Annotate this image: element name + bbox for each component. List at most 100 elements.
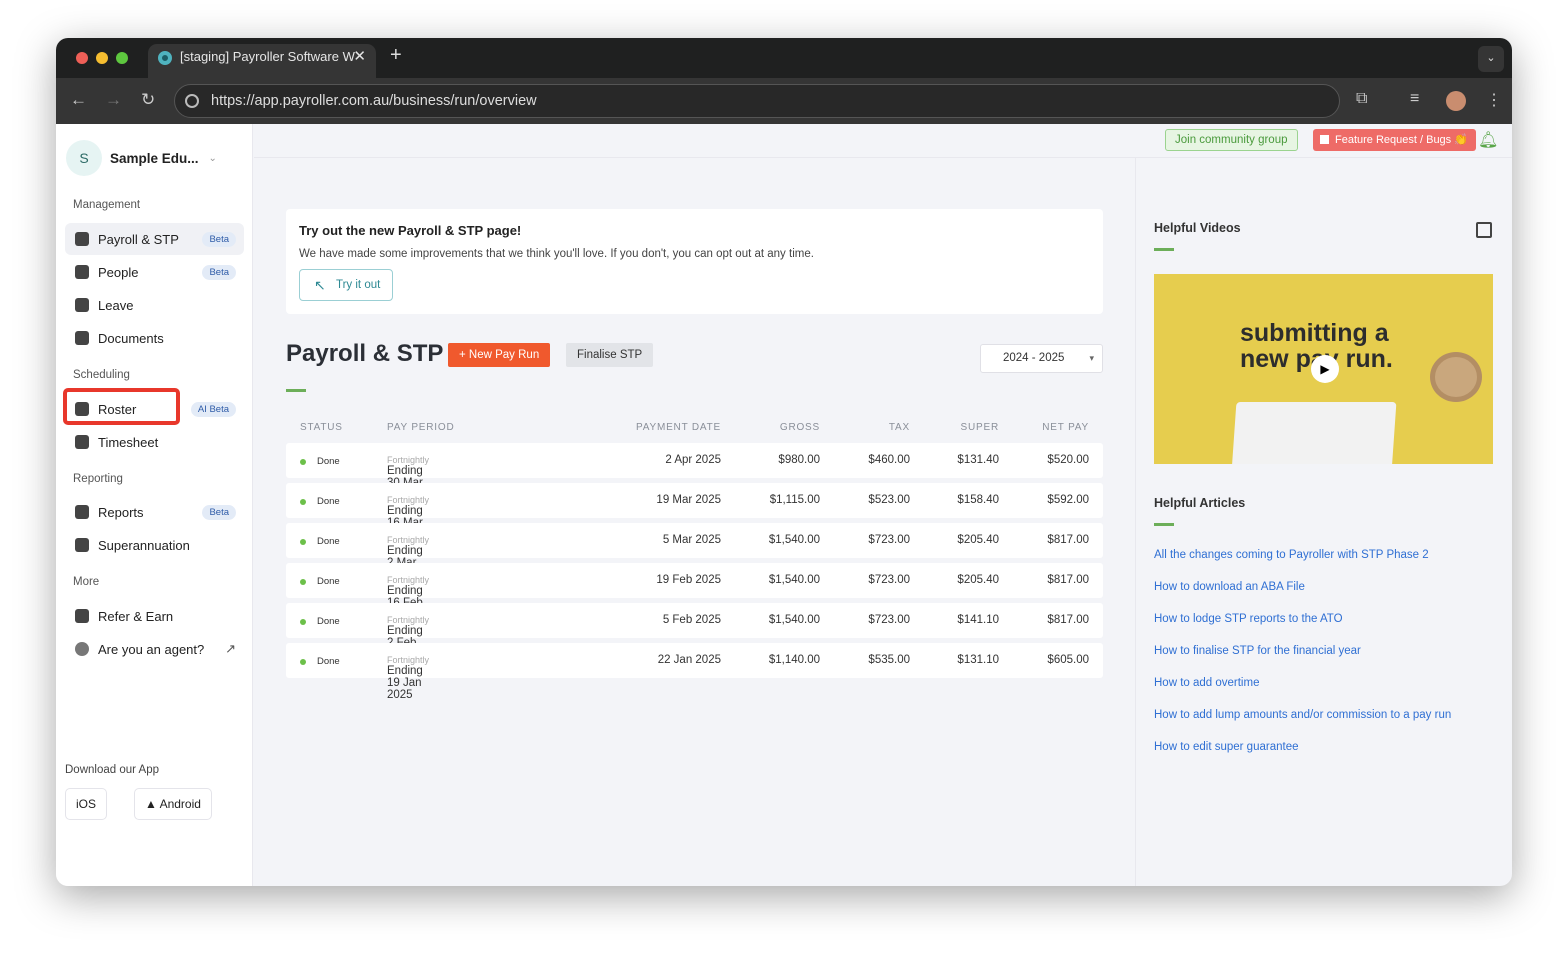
- play-icon[interactable]: ▶: [1311, 355, 1339, 383]
- close-window-icon[interactable]: [76, 52, 88, 64]
- help-icon: [75, 642, 89, 656]
- table-header: STATUS PAY PERIOD PAYMENT DATE GROSS TAX…: [286, 422, 1103, 438]
- back-icon[interactable]: ←: [70, 90, 87, 110]
- year-value: 2024 - 2025: [1003, 352, 1065, 364]
- videos-underline: [1154, 248, 1174, 251]
- article-link[interactable]: How to add overtime: [1154, 677, 1259, 689]
- frequency: Fortnightly: [387, 495, 430, 505]
- table-row[interactable]: Done Ending 16 Mar 2025 Fortnightly 19 M…: [286, 483, 1103, 541]
- finalise-stp-button[interactable]: Finalise STP: [566, 343, 654, 367]
- tax: $723.00: [868, 574, 910, 586]
- maximize-window-icon[interactable]: [116, 52, 128, 64]
- articles-underline: [1154, 523, 1174, 526]
- new-tab-icon[interactable]: +: [390, 44, 402, 67]
- android-button[interactable]: ▲ Android: [134, 788, 212, 820]
- article-link[interactable]: How to download an ABA File: [1154, 581, 1305, 593]
- gross: $1,540.00: [768, 574, 820, 586]
- menu-icon[interactable]: ⋮: [1486, 90, 1502, 110]
- video-thumbnail[interactable]: submitting a new pay run. ▶: [1154, 274, 1493, 464]
- status-dot: [300, 579, 306, 585]
- item-label: People: [98, 264, 139, 280]
- banner-text: We have made some improvements that we t…: [299, 248, 814, 260]
- sidebar-item-timesheet[interactable]: Timesheet: [65, 426, 244, 458]
- bell-icon[interactable]: 🔔︎: [1478, 130, 1498, 150]
- new-pay-run-button[interactable]: + New Pay Run: [448, 343, 551, 367]
- sidebar-item-superannuation[interactable]: Superannuation: [65, 529, 244, 561]
- sidebar-item-refer[interactable]: Refer & Earn: [65, 600, 244, 632]
- gift-icon: [75, 609, 89, 623]
- frequency: Fortnightly: [387, 655, 430, 665]
- table-row[interactable]: Done Ending 2 Feb 2025 Fortnightly 5 Feb…: [286, 603, 1103, 661]
- media-icon[interactable]: ≡: [1410, 90, 1419, 108]
- sidebar-item-documents[interactable]: Documents: [65, 322, 244, 354]
- status-text: Done: [317, 496, 340, 507]
- net-pay: $592.00: [1047, 494, 1089, 506]
- beta-badge: Beta: [202, 265, 236, 280]
- people-icon: [75, 265, 89, 279]
- ios-button[interactable]: iOS: [65, 788, 108, 820]
- chevron-down-icon[interactable]: ⌄: [1478, 46, 1504, 72]
- table-row[interactable]: Done Ending 19 Jan 2025 Fortnightly 22 J…: [286, 643, 1103, 701]
- status-text: Done: [317, 536, 340, 547]
- ios-label: iOS: [76, 797, 97, 811]
- table-row[interactable]: Done Ending 2 Mar 2025 Fortnightly 5 Mar…: [286, 523, 1103, 581]
- browser-tab[interactable]: [staging] Payroller Software W ✕: [148, 44, 376, 78]
- sidebar-item-payroll[interactable]: Payroll & STP Beta: [65, 223, 244, 255]
- table-row[interactable]: Done Ending 16 Feb 2025 Fortnightly 19 F…: [286, 563, 1103, 621]
- article-link[interactable]: All the changes coming to Payroller with…: [1154, 549, 1429, 561]
- sidebar-item-agent[interactable]: Are you an agent? ↗: [65, 633, 244, 665]
- globe-icon: [185, 94, 199, 108]
- minimize-window-icon[interactable]: [96, 52, 108, 64]
- tax: $535.00: [868, 654, 910, 666]
- net-pay: $817.00: [1047, 574, 1089, 586]
- sidebar-item-leave[interactable]: Leave: [65, 289, 244, 321]
- payroll-icon: [75, 232, 89, 246]
- section-label: Scheduling: [73, 369, 130, 381]
- net-pay: $520.00: [1047, 454, 1089, 466]
- table-row[interactable]: Done Ending 30 Mar 2025 Fortnightly 2 Ap…: [286, 443, 1103, 501]
- reload-icon[interactable]: ↻: [141, 90, 155, 110]
- profile-avatar[interactable]: [1446, 91, 1466, 111]
- frequency: Fortnightly: [387, 615, 430, 625]
- article-link[interactable]: How to lodge STP reports to the ATO: [1154, 613, 1343, 625]
- status-dot: [300, 459, 306, 465]
- org-switcher[interactable]: S Sample Edu... ⌄: [66, 140, 217, 176]
- payment-date: 2 Apr 2025: [665, 454, 721, 466]
- close-tab-icon[interactable]: ✕: [353, 44, 366, 70]
- browser-window: [staging] Payroller Software W ✕ + ⌄ ← → …: [56, 38, 1512, 886]
- article-link[interactable]: How to edit super guarantee: [1154, 741, 1298, 753]
- status-text: Done: [317, 616, 340, 627]
- financial-year-select[interactable]: 2024 - 2025 ▾: [980, 344, 1103, 373]
- col-gross: GROSS: [779, 422, 820, 433]
- android-label: Android: [159, 797, 201, 811]
- address-bar[interactable]: https://app.payroller.com.au/business/ru…: [174, 84, 1340, 118]
- article-link[interactable]: How to add lump amounts and/or commissio…: [1154, 709, 1451, 721]
- tab-title: [staging] Payroller Software W: [180, 49, 355, 64]
- article-link[interactable]: How to finalise STP for the financial ye…: [1154, 645, 1361, 657]
- payment-date: 19 Mar 2025: [656, 494, 721, 506]
- status-dot: [300, 499, 306, 505]
- try-it-out-button[interactable]: Try it out: [299, 269, 394, 301]
- section-label: Reporting: [73, 473, 123, 485]
- item-label: Are you an agent?: [98, 641, 205, 657]
- frequency: Fortnightly: [387, 455, 430, 465]
- sidebar-item-people[interactable]: People Beta: [65, 256, 244, 288]
- tax: $523.00: [868, 494, 910, 506]
- tax: $723.00: [868, 534, 910, 546]
- frequency: Fortnightly: [387, 575, 430, 585]
- collapse-panel-icon[interactable]: [1476, 222, 1492, 238]
- super: $205.40: [957, 534, 999, 546]
- payment-date: 19 Feb 2025: [656, 574, 721, 586]
- payment-date: 5 Feb 2025: [662, 614, 721, 626]
- gross: $1,140.00: [768, 654, 820, 666]
- feature-request-button[interactable]: Feature Request / Bugs 👏: [1313, 129, 1476, 151]
- org-avatar: S: [66, 140, 102, 176]
- extensions-icon[interactable]: ⧉: [1356, 90, 1367, 108]
- favicon-icon: [158, 51, 172, 65]
- join-community-button[interactable]: Join community group: [1165, 129, 1298, 151]
- sidebar-item-reports[interactable]: Reports Beta: [65, 496, 244, 528]
- forward-icon[interactable]: →: [105, 90, 122, 110]
- super: $131.10: [957, 654, 999, 666]
- net-pay: $817.00: [1047, 614, 1089, 626]
- roster-highlight: [63, 388, 180, 425]
